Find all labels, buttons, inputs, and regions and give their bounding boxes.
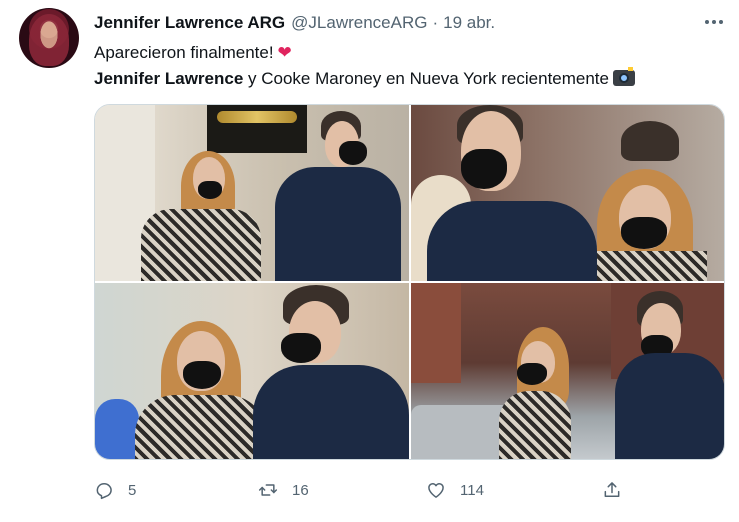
like-button[interactable]: 114 [426,476,484,504]
photo-2[interactable] [411,105,724,281]
share-icon [604,482,620,497]
photo-1[interactable] [95,105,409,281]
like-count: 114 [460,481,484,499]
heart-icon [428,483,444,498]
media-grid [94,104,725,460]
tweet-header: Jennifer Lawrence ARG @JLawrenceARG · 19… [94,11,495,35]
tweet-line-1: Aparecieron finalmente! ❤ [94,40,635,66]
tweet-text: Aparecieron finalmente! ❤ Jennifer Lawren… [94,40,635,92]
tweet-actions: 5 16 114 [94,476,654,504]
red-heart-emoji: ❤ [277,43,292,62]
retweet-icon [258,484,278,496]
more-icon [705,20,709,24]
avatar-image [29,14,69,66]
reply-icon [96,483,112,500]
display-name[interactable]: Jennifer Lawrence ARG [94,13,285,33]
mention-name: Jennifer Lawrence [94,69,244,88]
user-handle[interactable]: @JLawrenceARG [291,13,427,33]
photo-4[interactable] [411,283,724,459]
tweet[interactable]: Jennifer Lawrence ARG @JLawrenceARG · 19… [0,0,739,522]
more-options-button[interactable] [700,10,728,34]
separator-dot: · [432,13,439,32]
avatar[interactable] [19,8,79,68]
tweet-date[interactable]: 19 abr. [443,13,495,33]
retweet-button[interactable]: 16 [258,476,309,504]
camera-with-flash-emoji [613,67,635,86]
reply-button[interactable]: 5 [94,476,136,504]
tweet-line-2: Jennifer Lawrence y Cooke Maroney en Nue… [94,66,635,92]
share-button[interactable] [602,476,636,504]
retweet-count: 16 [292,481,309,499]
reply-count: 5 [128,481,137,499]
photo-3[interactable] [95,283,409,459]
